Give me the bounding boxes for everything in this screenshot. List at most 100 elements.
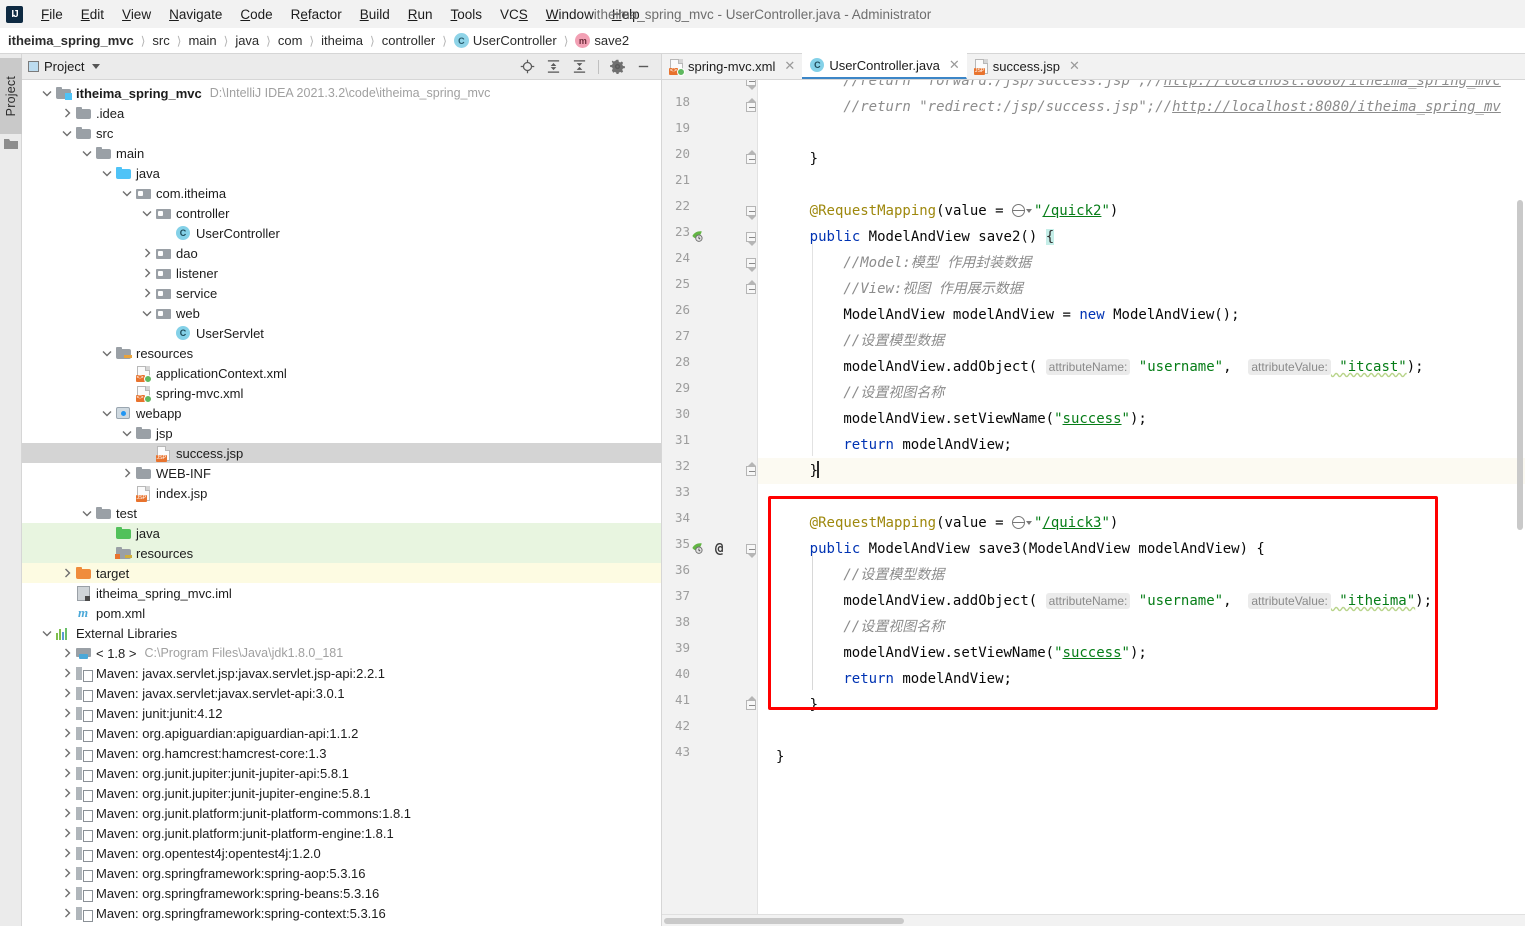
menu-navigate[interactable]: Navigate	[160, 4, 231, 25]
menu-run[interactable]: Run	[399, 4, 442, 25]
menu-help[interactable]: Help	[603, 4, 649, 25]
tree-item[interactable]: web	[22, 303, 661, 323]
tree-expand-arrow-right[interactable]	[60, 847, 73, 860]
code-folding-strip[interactable]	[744, 80, 758, 914]
tree-item[interactable]: Maven: org.springframework:spring-beans:…	[22, 883, 661, 903]
tree-item[interactable]: Maven: org.opentest4j:opentest4j:1.2.0	[22, 843, 661, 863]
tree-item[interactable]: itheima_spring_mvc D:\IntelliJ IDEA 2021.…	[22, 83, 661, 103]
code-line-29[interactable]: //设置视图名称	[758, 380, 944, 406]
breadcrumb-item-save2[interactable]: save2	[594, 33, 629, 48]
tree-expand-arrow-right[interactable]	[60, 867, 73, 880]
tree-item[interactable]: <> spring-mvc.xml	[22, 383, 661, 403]
tree-expand-arrow-right[interactable]	[60, 567, 73, 580]
tree-item[interactable]: controller	[22, 203, 661, 223]
tree-item[interactable]: < 1.8 > C:\Program Files\Java\jdk1.8.0_18…	[22, 643, 661, 663]
fold-marker[interactable]	[746, 80, 756, 90]
fold-marker[interactable]	[746, 280, 756, 294]
tree-expand-arrow-right[interactable]	[60, 647, 73, 660]
tree-expand-arrow-down[interactable]	[40, 87, 53, 100]
code-line-22[interactable]: @RequestMapping(value = "/quick2")	[758, 198, 1119, 224]
tree-item[interactable]: C UserController	[22, 223, 661, 243]
tree-expand-arrow-right[interactable]	[60, 767, 73, 780]
fold-marker[interactable]	[746, 232, 756, 246]
tree-item[interactable]: Maven: org.springframework:spring-contex…	[22, 903, 661, 923]
breadcrumb-item-itheima[interactable]: itheima	[321, 33, 363, 48]
tree-item[interactable]: C UserServlet	[22, 323, 661, 343]
code-line-43[interactable]: }	[758, 744, 784, 770]
spring-bean-gutter-icon[interactable]	[690, 229, 705, 247]
code-line-38[interactable]: //设置视图名称	[758, 614, 944, 640]
project-tree[interactable]: itheima_spring_mvc D:\IntelliJ IDEA 2021.…	[22, 80, 661, 926]
tool-window-tab-project[interactable]: Project	[0, 58, 22, 134]
fold-marker[interactable]	[746, 696, 756, 710]
tree-item[interactable]: service	[22, 283, 661, 303]
tree-item[interactable]: Maven: org.hamcrest:hamcrest-core:1.3	[22, 743, 661, 763]
tree-item[interactable]: com.itheima	[22, 183, 661, 203]
menu-vcs[interactable]: VCS	[491, 4, 537, 25]
code-line-20[interactable]: }	[758, 146, 818, 172]
tree-item[interactable]: External Libraries	[22, 623, 661, 643]
close-icon[interactable]: ✕	[949, 57, 960, 73]
code-line-27[interactable]: //设置模型数据	[758, 328, 944, 354]
tree-expand-arrow-right[interactable]	[60, 667, 73, 680]
expand-all-icon[interactable]	[546, 59, 561, 74]
tree-expand-arrow-down[interactable]	[80, 147, 93, 160]
structure-folder-icon[interactable]	[4, 138, 18, 150]
tree-item[interactable]: listener	[22, 263, 661, 283]
gear-icon[interactable]	[610, 59, 625, 74]
tree-item[interactable]: src	[22, 123, 661, 143]
editor-tab-success-jsp[interactable]: JSP success.jsp ✕	[967, 53, 1087, 79]
breadcrumb-item-main[interactable]: main	[188, 33, 216, 48]
code-line-25[interactable]: //View:视图 作用展示数据	[758, 276, 1022, 302]
tree-item[interactable]: Maven: junit:junit:4.12	[22, 703, 661, 723]
chevron-down-icon[interactable]	[1025, 521, 1032, 525]
tree-item[interactable]: WEB-INF	[22, 463, 661, 483]
tree-item[interactable]: <> applicationContext.xml	[22, 363, 661, 383]
code-line-30[interactable]: modelAndView.setViewName("success");	[758, 406, 1146, 432]
tree-item[interactable]: resources	[22, 343, 661, 363]
editor-vertical-scrollbar[interactable]	[1515, 80, 1525, 914]
tree-item[interactable]: Maven: javax.servlet.jsp:javax.servlet.j…	[22, 663, 661, 683]
tree-expand-arrow-down[interactable]	[100, 407, 113, 420]
hide-icon[interactable]	[636, 59, 651, 74]
breadcrumb-item-usercontroller[interactable]: UserController	[473, 33, 557, 48]
tree-item[interactable]: JSP index.jsp	[22, 483, 661, 503]
breadcrumb-item-controller[interactable]: controller	[382, 33, 435, 48]
editor-gutter[interactable]: 17 18 19 20 21 22 23 24 25 26 27 28 29 30 31 32 33 34 35 36…	[662, 80, 744, 914]
menu-view[interactable]: View	[113, 4, 160, 25]
code-line-35[interactable]: public ModelAndView save3(ModelAndView m…	[758, 536, 1265, 562]
tree-item[interactable]: main	[22, 143, 661, 163]
tree-expand-arrow-down[interactable]	[100, 167, 113, 180]
tree-item[interactable]: JSP success.jsp	[22, 443, 661, 463]
tree-expand-arrow-right[interactable]	[120, 467, 133, 480]
spring-bean-gutter-icon[interactable]	[690, 541, 705, 559]
code-line-37[interactable]: modelAndView.addObject( attributeName: "…	[758, 588, 1432, 614]
code-line-17[interactable]: //return "forward:/jsp/success.jsp";//ht…	[758, 80, 1500, 94]
tree-expand-arrow-down[interactable]	[100, 347, 113, 360]
tree-expand-arrow-right[interactable]	[140, 247, 153, 260]
breadcrumb-item-java[interactable]: java	[235, 33, 259, 48]
tree-expand-arrow-right[interactable]	[60, 747, 73, 760]
menu-tools[interactable]: Tools	[442, 4, 492, 25]
fold-marker[interactable]	[746, 98, 756, 112]
locate-icon[interactable]	[520, 59, 535, 74]
menu-file[interactable]: File	[32, 4, 72, 25]
tree-item[interactable]: resources	[22, 543, 661, 563]
tree-item[interactable]: .idea	[22, 103, 661, 123]
fold-marker[interactable]	[746, 150, 756, 164]
menu-build[interactable]: Build	[351, 4, 399, 25]
tree-item[interactable]: itheima_spring_mvc.iml	[22, 583, 661, 603]
tree-expand-arrow-down[interactable]	[120, 187, 133, 200]
url-globe-icon[interactable]	[1011, 516, 1025, 529]
tree-item[interactable]: Maven: org.springframework:spring-aop:5.…	[22, 863, 661, 883]
tree-item[interactable]: java	[22, 163, 661, 183]
editor-tab-usercontroller-java[interactable]: C UserController.java ✕	[802, 53, 967, 79]
tree-expand-arrow-right[interactable]	[140, 267, 153, 280]
collapse-all-icon[interactable]	[572, 59, 587, 74]
tree-item[interactable]: Maven: org.junit.platform:junit-platform…	[22, 803, 661, 823]
code-text-area[interactable]: //return "forward:/jsp/success.jsp";//ht…	[758, 80, 1525, 914]
tree-item[interactable]: Maven: org.apiguardian:apiguardian-api:1…	[22, 723, 661, 743]
tree-item[interactable]: Maven: javax.servlet:javax.servlet-api:3…	[22, 683, 661, 703]
menu-window[interactable]: Window	[537, 4, 603, 25]
tree-expand-arrow-down[interactable]	[120, 427, 133, 440]
